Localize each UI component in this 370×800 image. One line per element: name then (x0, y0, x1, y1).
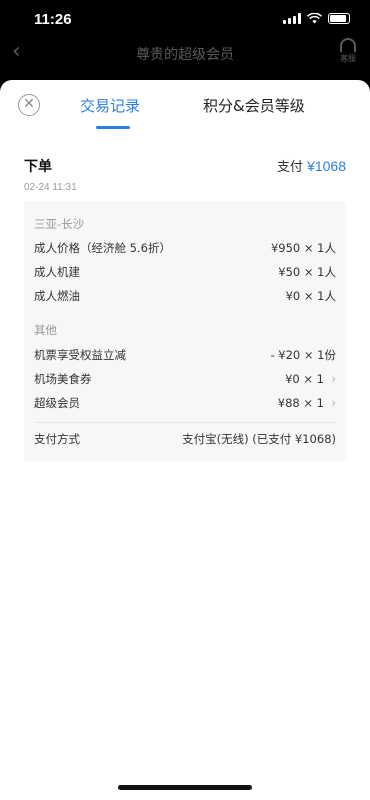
sheet-header: ✕ 交易记录 积分&会员等级 (0, 80, 370, 132)
payment-method-value: 支付宝(无线) (已支付 ¥1068) (182, 432, 336, 446)
item-value: ¥0 × 1 (285, 372, 324, 386)
order-detail-card: 三亚-长沙 成人价格（经济舱 5.6折） ¥950 × 1人 成人机建 ¥50 … (24, 201, 346, 461)
route-section-header: 三亚-长沙 (34, 217, 85, 231)
close-icon[interactable]: ✕ (18, 94, 40, 116)
home-indicator[interactable] (118, 785, 252, 790)
item-label: 超级会员 (34, 396, 80, 410)
background-page-title: 尊贵的超级会员 (136, 47, 234, 63)
item-value: ¥50 × 1人 (278, 265, 336, 279)
item-label: 机票享受权益立减 (34, 348, 126, 362)
payment-method-row: 支付方式 支付宝(无线) (已支付 ¥1068) (34, 430, 336, 448)
item-value: ¥88 × 1 (277, 396, 324, 410)
status-bar: 11:26 (0, 0, 370, 40)
list-item: 成人机建 ¥50 × 1人 (34, 263, 336, 281)
background-page-header: ‹ 尊贵的超级会员 客服 (0, 36, 370, 76)
item-label: 成人机建 (34, 265, 80, 279)
chevron-right-icon: › (331, 396, 336, 410)
list-item: 成人价格（经济舱 5.6折） ¥950 × 1人 (34, 239, 336, 257)
item-value: ¥0 × 1人 (285, 289, 336, 303)
list-item[interactable]: 超级会员 ¥88 × 1 › (34, 394, 336, 412)
item-value: - ¥20 × 1份 (270, 348, 336, 362)
list-item: 成人燃油 ¥0 × 1人 (34, 287, 336, 305)
wifi-icon (307, 13, 322, 24)
item-value: ¥950 × 1人 (270, 241, 336, 255)
chevron-right-icon: › (331, 372, 336, 386)
headset-icon (340, 38, 356, 52)
active-tab-indicator (96, 126, 130, 129)
battery-icon (328, 13, 350, 24)
order-pay: 支付 ¥1068 (277, 156, 346, 175)
item-label: 成人燃油 (34, 289, 80, 303)
other-section-header: 其他 (34, 323, 57, 337)
customer-service-button[interactable]: 客服 (340, 38, 356, 64)
pay-label: 支付 (276, 160, 303, 175)
transaction-sheet: ✕ 交易记录 积分&会员等级 下单 02-24 11:31 支付 ¥1068 三… (0, 80, 370, 800)
status-time: 11:26 (34, 11, 72, 28)
order-summary: 下单 02-24 11:31 支付 ¥1068 (24, 156, 346, 193)
customer-service-label: 客服 (340, 54, 356, 63)
list-item: 机票享受权益立减 - ¥20 × 1份 (34, 346, 336, 364)
divider (34, 422, 336, 423)
list-item[interactable]: 机场美食券 ¥0 × 1 › (34, 370, 336, 388)
tab-points-membership-level[interactable]: 积分&会员等级 (203, 95, 305, 116)
item-label: 成人价格（经济舱 5.6折） (34, 241, 171, 255)
cellular-signal-icon (283, 13, 301, 24)
tab-transaction-records[interactable]: 交易记录 (80, 95, 140, 116)
order-time: 02-24 11:31 (24, 182, 77, 193)
pay-amount: ¥1068 (307, 158, 346, 174)
payment-method-label: 支付方式 (34, 432, 80, 446)
status-icons (283, 13, 350, 24)
item-label: 机场美食券 (34, 372, 92, 386)
